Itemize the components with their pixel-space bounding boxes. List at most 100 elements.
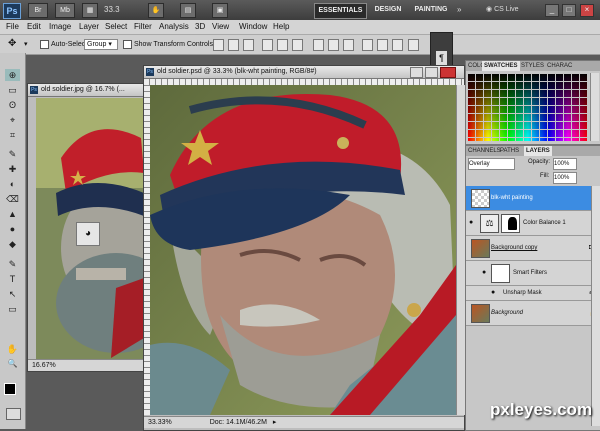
opacity-input[interactable]: 100% [553,158,577,170]
path-select-tool-icon[interactable]: ↖ [5,288,20,300]
screen-mode-icon[interactable]: ▣ [212,3,228,18]
brush-tool-icon[interactable]: ◐ [5,178,20,190]
doc-restore-button[interactable] [425,67,438,78]
menu-analysis[interactable]: Analysis [159,20,189,34]
auto-select-checkbox[interactable]: Auto-Select: [40,39,89,50]
restore-button[interactable]: □ [562,4,576,17]
align-vcenter-icon[interactable] [228,39,239,51]
menu-layer[interactable]: Layer [79,20,99,34]
dodge-tool-icon[interactable]: ◆ [5,238,20,250]
hand-tool-icon[interactable]: ✋ [5,343,20,355]
swatch-grid[interactable] [468,73,588,141]
close-button[interactable]: × [580,4,594,17]
eyedropper-tool-icon[interactable]: ✎ [5,148,20,160]
distribute-hcenter-icon[interactable] [377,39,388,51]
menu-select[interactable]: Select [105,20,127,34]
menu-view[interactable]: View [212,20,229,34]
doc-tab-front[interactable]: Ps old soldier.psd @ 33.3% (blk-wht pain… [144,66,464,79]
distribute-vcenter-icon[interactable] [328,39,339,51]
align-right-icon[interactable] [292,39,303,51]
marquee-tool-icon[interactable]: ▭ [5,84,20,96]
menu-window[interactable]: Window [239,20,267,34]
auto-select-dropdown[interactable]: Group ▾ [84,39,118,50]
workspace-more-icon[interactable]: » [457,5,461,14]
layer-name[interactable]: Unsharp Mask [503,286,542,300]
arrange-docs-icon[interactable]: ▤ [180,3,196,18]
tab-paths[interactable]: PATHS [498,146,521,156]
tab-character[interactable]: CHARAC [545,61,574,71]
shape-tool-icon[interactable]: ▭ [5,303,20,315]
doc-close-button[interactable] [440,67,456,78]
align-top-icon[interactable] [213,39,224,51]
vertical-scrollbar[interactable] [456,85,465,415]
show-transform-checkbox[interactable]: Show Transform Controls [123,39,213,50]
layer-name[interactable]: Smart Filters [513,261,547,285]
status-menu-icon[interactable]: ▸ [273,419,277,426]
menu-filter[interactable]: Filter [134,20,152,34]
zoom-field-back[interactable]: 16.67% [32,362,56,369]
zoom-level[interactable]: 33.3 [104,3,120,17]
tab-layers[interactable]: LAYERS [524,146,552,156]
tab-styles[interactable]: STYLES [519,61,546,71]
move-tool-icon[interactable]: ✥ [8,38,16,49]
layer-row[interactable]: Background 🔒 [466,301,600,326]
visibility-eye-icon[interactable]: ● [491,289,499,297]
crop-tool-icon[interactable]: ⌗ [5,129,20,141]
cs-live-button[interactable]: ◉ CS Live [486,3,519,17]
layer-row[interactable]: Background copy ◘ [466,236,600,261]
workspace-design[interactable]: DESIGN [371,3,405,17]
view-extras-icon[interactable]: ▦ [82,3,98,18]
menu-file[interactable]: File [6,20,19,34]
tab-swatches[interactable]: SWATCHES [482,61,520,71]
align-hcenter-icon[interactable] [277,39,288,51]
quick-select-tool-icon[interactable]: ⌖ [5,114,20,126]
healing-tool-icon[interactable]: ✚ [5,163,20,175]
blend-mode-dropdown[interactable]: Overlay [468,158,515,170]
pen-tool-icon[interactable]: ✎ [5,258,20,270]
auto-align-icon[interactable] [408,39,419,51]
layer-name[interactable]: blk-wht painting [491,186,533,210]
foreground-color-swatch[interactable] [4,383,16,395]
eraser-tool-icon[interactable]: ⌫ [5,193,20,205]
quick-mask-icon[interactable] [6,408,21,420]
doc-window-back[interactable]: Ps old soldier.jpg @ 16.7% (... ◕ 16.67% [27,83,147,372]
tool-preset-icon[interactable]: ▾ [24,39,28,50]
align-bottom-icon[interactable] [243,39,254,51]
doc-minimize-button[interactable] [410,67,423,78]
layers-scrollbar[interactable] [591,186,600,426]
mini-bridge-button[interactable]: Mb [55,3,75,18]
hand-icon[interactable]: ✋ [148,3,164,18]
layer-row[interactable]: ● ⚖ Color Balance 1 [466,211,600,236]
distribute-top-icon[interactable] [313,39,324,51]
menu-image[interactable]: Image [49,20,71,34]
doc-tab-back[interactable]: Ps old soldier.jpg @ 16.7% (... [28,84,146,97]
move-tool-icon[interactable]: ⊕ [5,69,20,81]
layer-row[interactable]: ● Smart Filters [466,261,600,286]
distribute-right-icon[interactable] [392,39,403,51]
minimize-button[interactable]: _ [545,4,559,17]
paragraph-panel-icon[interactable]: ¶ [436,51,447,65]
lasso-tool-icon[interactable]: ʘ [5,99,20,111]
layer-name[interactable]: Color Balance 1 [523,211,566,235]
zoom-tool-icon[interactable]: 🔍 [5,358,20,370]
workspace-essentials[interactable]: ESSENTIALS [314,3,367,19]
distribute-left-icon[interactable] [362,39,373,51]
zoom-field-front[interactable]: 33.33% [148,419,172,426]
align-left-icon[interactable] [262,39,273,51]
blur-tool-icon[interactable]: ● [5,223,20,235]
floating-tool-icon[interactable]: ◕ [76,222,100,246]
layer-name[interactable]: Background [491,301,523,325]
layer-row[interactable]: ● Unsharp Mask ⇋ [466,286,600,301]
workspace-painting[interactable]: PAINTING [411,3,451,17]
distribute-bottom-icon[interactable] [343,39,354,51]
doc-window-front[interactable]: Ps old soldier.psd @ 33.3% (blk-wht pain… [143,65,465,431]
fill-input[interactable]: 100% [553,172,577,184]
visibility-eye-icon[interactable]: ● [482,269,490,277]
type-tool-icon[interactable]: T [5,273,20,285]
menu-edit[interactable]: Edit [27,20,41,34]
swatches-scrollbar[interactable] [590,73,599,141]
visibility-eye-icon[interactable]: ● [469,219,477,227]
layer-row[interactable]: blk-wht painting [466,186,600,211]
menu-3d[interactable]: 3D [195,20,205,34]
bridge-button[interactable]: Br [28,3,48,18]
